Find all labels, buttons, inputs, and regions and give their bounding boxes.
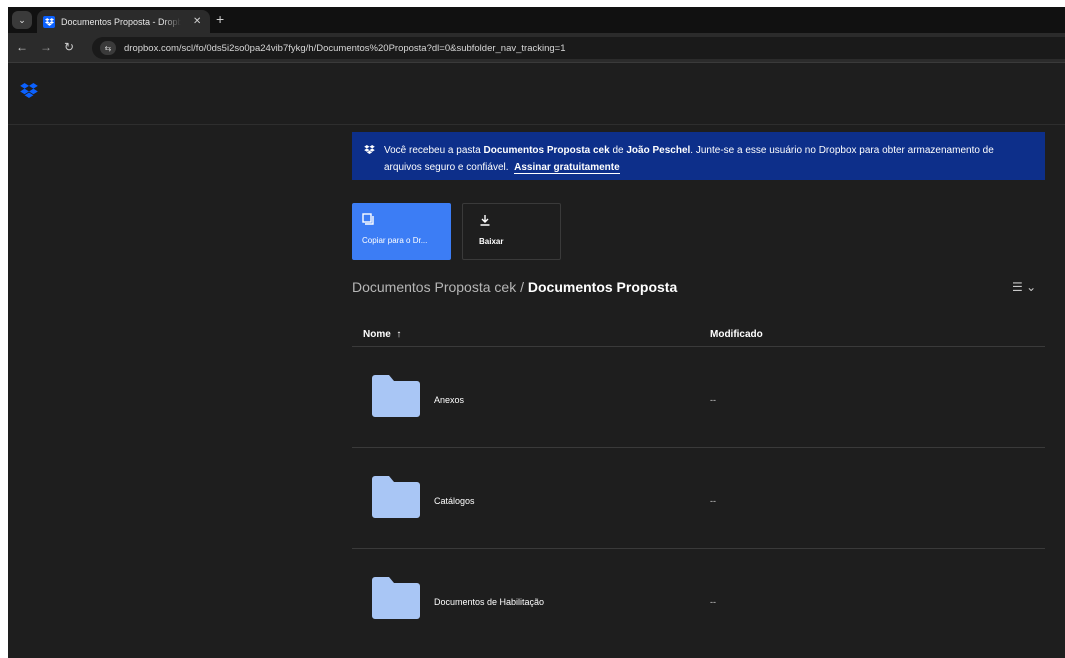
address-bar[interactable]: ⇆ dropbox.com/scl/fo/0ds5i2so0pa24vib7fy… <box>92 37 1065 59</box>
download-button[interactable]: Baixar <box>462 203 561 260</box>
file-table: Nome ↑ Modificado Anexos -- Catálogos --… <box>352 318 1045 650</box>
copy-to-dropbox-button[interactable]: Copiar para o Dr... <box>352 203 451 260</box>
dropbox-favicon-icon <box>43 15 55 28</box>
folder-icon <box>372 577 420 624</box>
table-header: Nome ↑ Modificado <box>352 318 1045 347</box>
back-arrow-icon[interactable]: ← <box>16 40 28 54</box>
download-icon <box>479 213 560 229</box>
dropbox-header <box>8 64 1065 125</box>
column-name-label: Nome <box>363 329 391 340</box>
banner-text-2: de <box>609 145 627 156</box>
site-info-icon[interactable]: ⇆ <box>100 41 116 55</box>
row-name[interactable]: Documentos de Habilitação <box>434 597 544 607</box>
breadcrumb-current: Documentos Proposta <box>527 279 678 295</box>
tab-title: Documentos Proposta - Dropbox <box>61 16 181 27</box>
row-modified: -- <box>710 395 716 405</box>
breadcrumb: Documentos Proposta cek / Documentos Pro… <box>352 279 677 295</box>
copy-label: Copiar para o Dr... <box>362 236 428 245</box>
banner-owner: João Peschel <box>626 145 691 156</box>
folder-icon <box>372 375 420 422</box>
browser-tab[interactable]: Documentos Proposta - Dropbox ✕ <box>37 10 210 33</box>
row-modified: -- <box>710 597 716 607</box>
chevron-down-icon: ⌄ <box>18 14 26 25</box>
plus-icon[interactable]: + <box>216 12 224 26</box>
banner-folder-name: Documentos Proposta cek <box>483 145 610 156</box>
dropbox-logo-icon[interactable] <box>20 83 38 103</box>
sort-arrow-icon: ↑ <box>396 329 402 340</box>
shared-folder-banner: Você recebeu a pasta Documentos Proposta… <box>352 132 1045 180</box>
list-view-icon[interactable]: ☰ ⌄ <box>1012 280 1036 294</box>
download-label: Baixar <box>479 237 504 246</box>
table-row[interactable]: Documentos de Habilitação -- <box>352 549 1045 650</box>
dropbox-icon <box>364 143 375 160</box>
breadcrumb-parent[interactable]: Documentos Proposta cek <box>352 279 516 295</box>
row-modified: -- <box>710 496 716 506</box>
close-icon[interactable]: ✕ <box>193 16 201 27</box>
folder-icon <box>372 476 420 523</box>
reload-icon[interactable]: ↻ <box>64 40 74 54</box>
forward-arrow-icon[interactable]: → <box>40 40 52 54</box>
copy-icon <box>362 212 451 228</box>
column-header-name[interactable]: Nome ↑ <box>363 329 401 340</box>
row-name[interactable]: Anexos <box>434 395 464 405</box>
table-row[interactable]: Catálogos -- <box>352 448 1045 549</box>
url-text: dropbox.com/scl/fo/0ds5i2so0pa24vib7fykg… <box>124 42 566 54</box>
row-name[interactable]: Catálogos <box>434 496 475 506</box>
tab-search-button[interactable]: ⌄ <box>12 11 32 29</box>
column-header-modified[interactable]: Modificado <box>710 329 763 340</box>
sign-up-link[interactable]: Assinar gratuitamente <box>514 162 620 174</box>
browser-toolbar: ← → ↻ ⇆ dropbox.com/scl/fo/0ds5i2so0pa24… <box>8 33 1065 63</box>
tab-strip: ⌄ Documentos Proposta - Dropbox ✕ + <box>8 7 1065 33</box>
table-row[interactable]: Anexos -- <box>352 347 1045 448</box>
breadcrumb-separator: / <box>520 279 524 295</box>
banner-message: Você recebeu a pasta Documentos Proposta… <box>366 142 1031 176</box>
banner-text-1: Você recebeu a pasta <box>384 145 484 156</box>
